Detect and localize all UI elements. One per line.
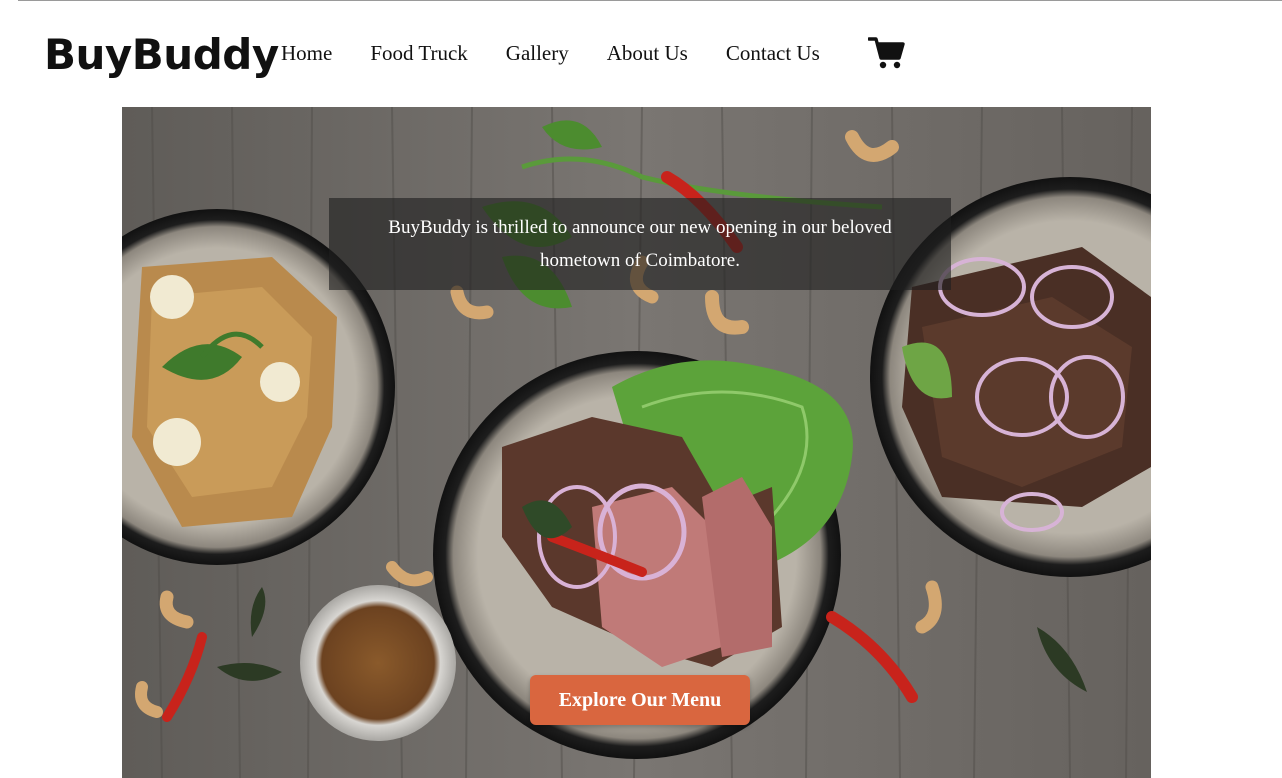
explore-menu-button[interactable]: Explore Our Menu — [530, 675, 750, 725]
brand-logo[interactable]: BuyBuddy — [44, 30, 279, 80]
main-nav: Home Food Truck Gallery About Us Contact… — [281, 40, 858, 66]
shopping-cart-icon[interactable] — [867, 36, 906, 70]
navbar: BuyBuddy Home Food Truck Gallery About U… — [0, 0, 1282, 106]
announcement-text: BuyBuddy is thrilled to announce our new… — [388, 217, 892, 271]
nav-food-truck-link[interactable]: Food Truck — [370, 40, 467, 66]
nav-gallery-link[interactable]: Gallery — [506, 40, 569, 66]
nav-home-link[interactable]: Home — [281, 40, 332, 66]
nav-about-us-link[interactable]: About Us — [607, 40, 688, 66]
nav-contact-us-link[interactable]: Contact Us — [726, 40, 820, 66]
announcement-banner: BuyBuddy is thrilled to announce our new… — [329, 198, 951, 290]
hero-banner: BuyBuddy is thrilled to announce our new… — [122, 107, 1151, 778]
